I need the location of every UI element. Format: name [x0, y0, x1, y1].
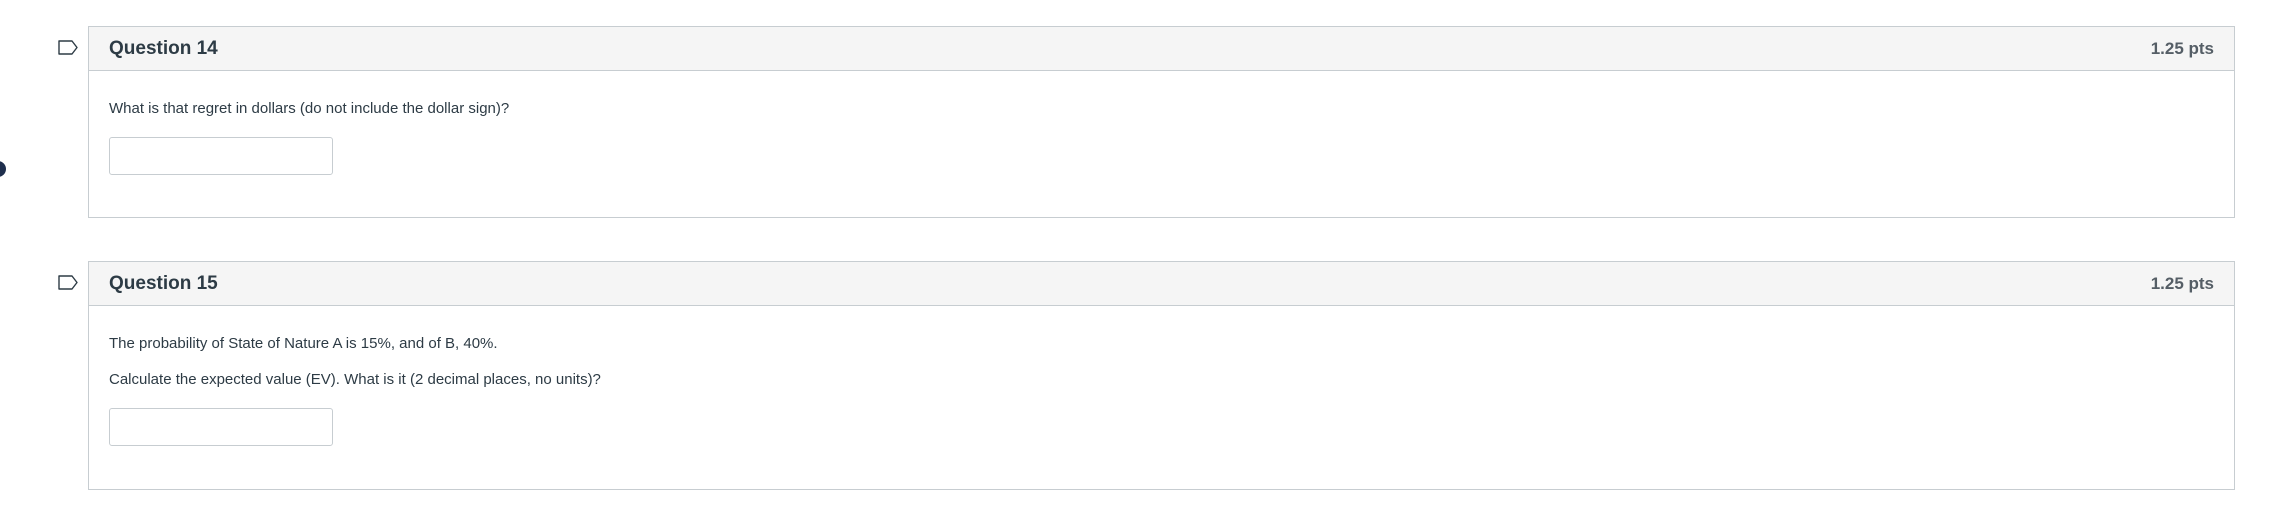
- question-text: What is that regret in dollars (do not i…: [109, 100, 510, 117]
- question-points: 1.25 pts: [2150, 273, 2214, 293]
- question-body: What is that regret in dollars (do not i…: [89, 71, 2234, 175]
- answer-input[interactable]: [109, 137, 333, 175]
- question-15-card: Question 15 1.25 pts The probability of …: [88, 261, 2235, 490]
- question-points: 1.25 pts: [2150, 38, 2214, 58]
- question-title: Question 14: [109, 37, 218, 59]
- question-title: Question 15: [109, 272, 218, 294]
- flag-question-icon[interactable]: [58, 275, 78, 290]
- question-body: The probability of State of Nature A is …: [89, 306, 2234, 446]
- navigation-dot[interactable]: [0, 161, 6, 177]
- question-text: Calculate the expected value (EV). What …: [109, 371, 601, 388]
- answer-input[interactable]: [109, 408, 333, 446]
- question-text: The probability of State of Nature A is …: [109, 335, 498, 352]
- flag-question-icon[interactable]: [58, 40, 78, 55]
- question-header: Question 15 1.25 pts: [89, 262, 2234, 306]
- question-header: Question 14 1.25 pts: [89, 27, 2234, 71]
- quiz-page: Question 14 1.25 pts What is that regret…: [0, 0, 2280, 518]
- question-14-card: Question 14 1.25 pts What is that regret…: [88, 26, 2235, 218]
